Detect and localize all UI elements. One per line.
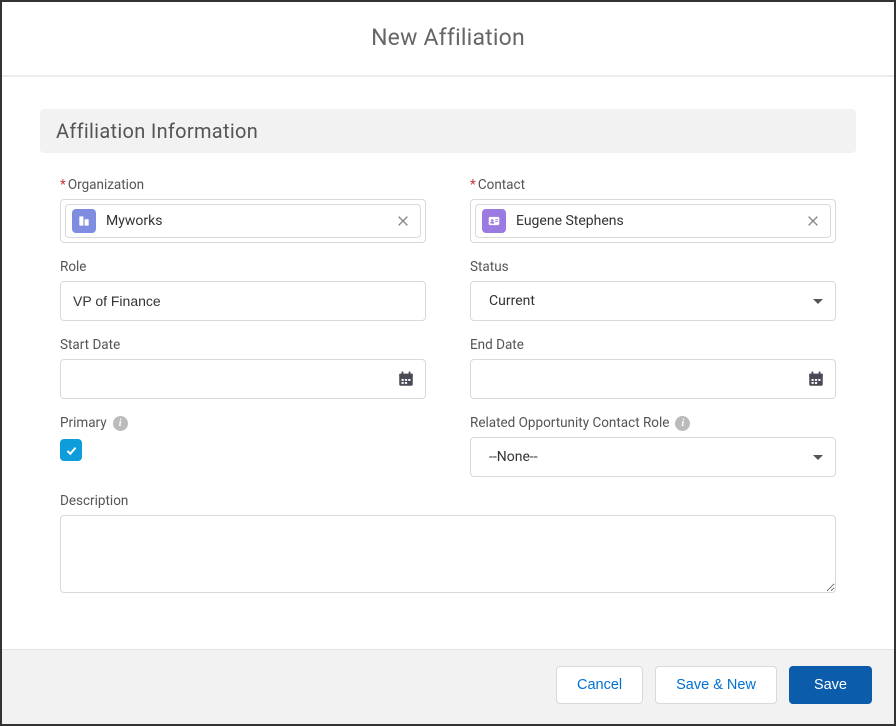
help-icon[interactable]: i: [675, 416, 690, 431]
modal-title: New Affiliation: [2, 24, 894, 51]
status-value: Current: [489, 293, 535, 309]
cancel-button[interactable]: Cancel: [556, 666, 643, 704]
chevron-down-icon: [813, 299, 823, 304]
modal-footer: Cancel Save & New Save: [2, 649, 894, 724]
contact-label: *Contact: [470, 177, 836, 193]
status-select[interactable]: Current: [470, 281, 836, 321]
field-status: Status Current: [470, 259, 836, 321]
required-asterisk: *: [470, 177, 476, 193]
role-label: Role: [60, 259, 426, 275]
start-date-input-wrap[interactable]: [60, 359, 426, 399]
field-organization: *Organization Myworks: [60, 177, 426, 243]
contact-clear-icon[interactable]: [804, 212, 822, 230]
start-date-label: Start Date: [60, 337, 426, 353]
contact-lookup[interactable]: Eugene Stephens: [470, 199, 836, 243]
required-asterisk: *: [60, 177, 66, 193]
organization-value: Myworks: [106, 213, 384, 229]
description-textarea[interactable]: [60, 515, 836, 593]
field-role: Role: [60, 259, 426, 321]
related-opp-role-label: Related Opportunity Contact Role i: [470, 415, 836, 431]
field-end-date: End Date: [470, 337, 836, 399]
account-icon: [72, 209, 96, 233]
contact-pill: Eugene Stephens: [475, 204, 831, 238]
end-date-input[interactable]: [483, 360, 807, 398]
calendar-icon[interactable]: [807, 370, 825, 388]
related-opp-role-value: --None--: [489, 449, 538, 465]
end-date-input-wrap[interactable]: [470, 359, 836, 399]
field-contact: *Contact Eugene Stephens: [470, 177, 836, 243]
status-label: Status: [470, 259, 836, 275]
field-start-date: Start Date: [60, 337, 426, 399]
form-grid: *Organization Myworks *Contact: [40, 177, 856, 593]
contact-value: Eugene Stephens: [516, 213, 794, 229]
organization-clear-icon[interactable]: [394, 212, 412, 230]
primary-checkbox[interactable]: [60, 439, 82, 461]
field-related-opp-role: Related Opportunity Contact Role i --Non…: [470, 415, 836, 477]
organization-label: *Organization: [60, 177, 426, 193]
organization-lookup[interactable]: Myworks: [60, 199, 426, 243]
modal-header: New Affiliation: [2, 2, 894, 77]
calendar-icon[interactable]: [397, 370, 415, 388]
section-title: Affiliation Information: [56, 119, 840, 143]
end-date-label: End Date: [470, 337, 836, 353]
role-input[interactable]: [60, 281, 426, 321]
section-header: Affiliation Information: [40, 109, 856, 153]
primary-label: Primary i: [60, 415, 426, 431]
help-icon[interactable]: i: [113, 416, 128, 431]
save-button[interactable]: Save: [789, 666, 872, 704]
chevron-down-icon: [813, 455, 823, 460]
organization-pill: Myworks: [65, 204, 421, 238]
description-label: Description: [60, 493, 836, 509]
related-opp-role-select[interactable]: --None--: [470, 437, 836, 477]
field-description: Description: [60, 493, 836, 593]
save-and-new-button[interactable]: Save & New: [655, 666, 777, 704]
contact-icon: [482, 209, 506, 233]
modal-body: Affiliation Information *Organization My…: [2, 77, 894, 613]
start-date-input[interactable]: [73, 360, 397, 398]
field-primary: Primary i: [60, 415, 426, 477]
